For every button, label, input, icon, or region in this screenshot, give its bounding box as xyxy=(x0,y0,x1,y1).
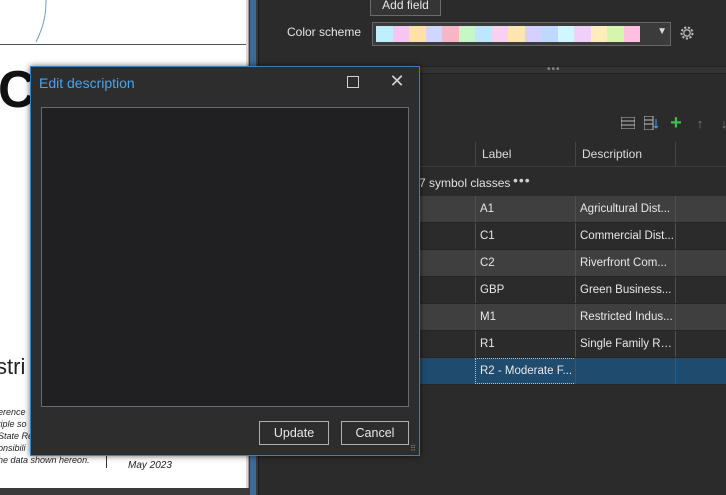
row-label[interactable]: M1 xyxy=(475,304,575,330)
add-class-icon[interactable]: + xyxy=(667,112,685,134)
group-class-count: 7 symbol classes xyxy=(419,176,511,190)
color-scheme-dropdown[interactable]: ▼ xyxy=(372,22,671,46)
description-textarea[interactable] xyxy=(41,107,409,407)
classes-toolbar: + ↑ ↓ xyxy=(619,112,726,134)
update-button[interactable]: Update xyxy=(259,421,329,445)
row-label[interactable]: A1 xyxy=(475,196,575,222)
color-swatch xyxy=(524,26,541,42)
row-label[interactable]: R1 xyxy=(475,331,575,357)
color-swatch xyxy=(574,26,591,42)
row-extra xyxy=(675,277,726,303)
color-swatch xyxy=(491,26,508,42)
map-subtitle-fragment: stri xyxy=(0,354,26,379)
color-swatch xyxy=(475,26,492,42)
color-swatch xyxy=(590,26,607,42)
column-header-description[interactable]: Description xyxy=(575,142,676,166)
row-extra xyxy=(675,358,726,384)
row-label[interactable]: GBP xyxy=(475,277,575,303)
color-swatch xyxy=(376,26,393,42)
color-swatch xyxy=(392,26,409,42)
add-field-button[interactable]: Add field xyxy=(370,0,441,16)
color-swatch xyxy=(557,26,574,42)
row-description[interactable]: Single Family Re... xyxy=(575,331,674,357)
map-feature-line xyxy=(35,0,47,43)
row-label[interactable]: C1 xyxy=(475,223,575,249)
row-extra xyxy=(675,304,726,330)
maximize-icon[interactable] xyxy=(347,76,359,88)
column-header-extra[interactable] xyxy=(675,142,726,166)
map-frame-border xyxy=(0,44,248,45)
row-extra xyxy=(675,250,726,276)
color-swatch xyxy=(508,26,525,42)
row-description[interactable] xyxy=(575,358,674,384)
color-scheme-label: Color scheme xyxy=(287,25,362,39)
dialog-title: Edit description xyxy=(39,75,135,91)
map-date: May 2023 xyxy=(128,460,172,471)
arrow-up-icon[interactable]: ↑ xyxy=(691,114,709,132)
row-description[interactable]: Green Business... xyxy=(575,277,674,303)
row-label[interactable]: C2 xyxy=(475,250,575,276)
row-extra xyxy=(675,196,726,222)
resize-grip-icon[interactable]: ⠿ xyxy=(410,445,416,453)
color-swatch xyxy=(409,26,426,42)
color-scheme-swatches xyxy=(376,26,640,42)
color-swatch xyxy=(442,26,459,42)
more-options-icon[interactable]: ••• xyxy=(513,172,531,188)
chevron-down-icon: ▼ xyxy=(657,26,667,37)
edit-description-dialog: Edit description ✕ Update Cancel ⠿ xyxy=(30,66,420,456)
arrow-down-icon[interactable]: ↓ xyxy=(715,114,726,132)
color-swatch xyxy=(458,26,475,42)
list-view-icon[interactable] xyxy=(619,114,637,132)
close-icon[interactable]: ✕ xyxy=(389,71,405,91)
row-description[interactable]: Agricultural Dist... xyxy=(575,196,674,222)
column-header-label[interactable]: Label xyxy=(475,142,576,166)
color-swatch xyxy=(607,26,624,42)
row-description[interactable]: Restricted Indus... xyxy=(575,304,674,330)
cancel-button[interactable]: Cancel xyxy=(341,421,409,445)
sort-classes-icon[interactable] xyxy=(643,114,661,132)
grip-dots-icon: ••• xyxy=(547,64,561,75)
color-swatch xyxy=(541,26,558,42)
color-swatch xyxy=(425,26,442,42)
gear-icon[interactable] xyxy=(676,22,698,44)
row-extra xyxy=(675,331,726,357)
row-extra xyxy=(675,223,726,249)
row-label[interactable]: R2 - Moderate F... xyxy=(475,358,576,384)
color-swatch xyxy=(623,26,640,42)
row-description[interactable]: Riverfront Com... xyxy=(575,250,674,276)
row-description[interactable]: Commercial Dist... xyxy=(575,223,674,249)
